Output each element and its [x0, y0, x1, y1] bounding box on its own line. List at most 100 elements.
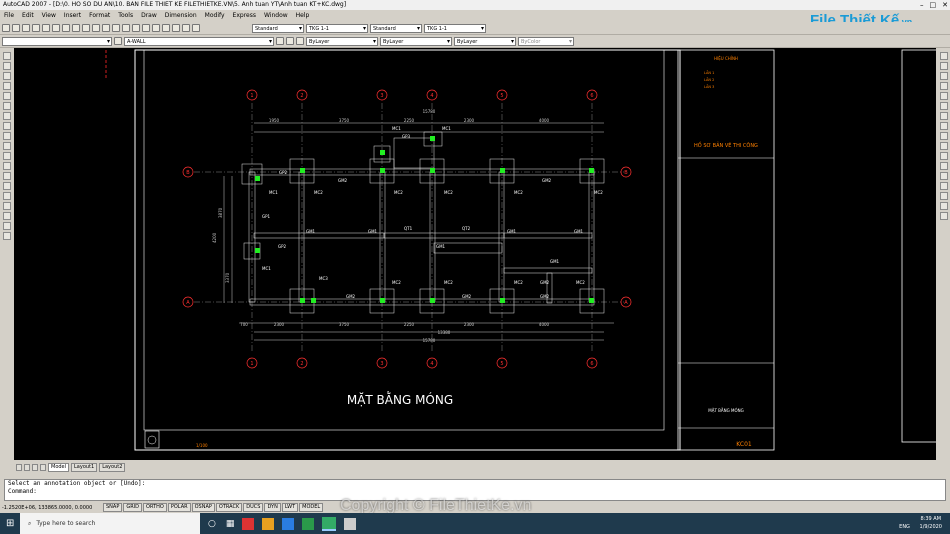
fillet-icon[interactable]	[939, 202, 948, 210]
join-icon[interactable]	[939, 182, 948, 190]
layer-states-icon[interactable]	[296, 37, 304, 45]
toolpalette-icon[interactable]	[182, 24, 190, 32]
table-icon[interactable]	[2, 222, 11, 230]
app-icon[interactable]: ▦	[226, 519, 235, 529]
undo-icon[interactable]	[102, 24, 110, 32]
menu-tools[interactable]: Tools	[118, 10, 133, 21]
move-icon[interactable]	[939, 102, 948, 110]
paste-icon[interactable]	[82, 24, 90, 32]
make-block-icon[interactable]	[2, 172, 11, 180]
pan-icon[interactable]	[122, 24, 130, 32]
rotate-icon[interactable]	[939, 112, 948, 120]
tab-layout1[interactable]: Layout1	[71, 462, 98, 472]
maximize-icon[interactable]: □	[930, 0, 937, 10]
first-tab-icon[interactable]	[16, 463, 22, 471]
dim-style-select[interactable]: TKG 1-1	[306, 23, 368, 33]
menu-express[interactable]: Express	[233, 10, 256, 21]
gradient-icon[interactable]	[2, 202, 11, 210]
table-style-select[interactable]: Standard	[370, 23, 422, 33]
layer-previous-icon[interactable]	[286, 37, 294, 45]
minimize-icon[interactable]: –	[920, 0, 924, 10]
point-icon[interactable]	[2, 182, 11, 190]
rectangle-icon[interactable]	[2, 92, 11, 100]
prev-tab-icon[interactable]	[24, 463, 30, 471]
array-icon[interactable]	[939, 92, 948, 100]
text-style-select[interactable]: Standard	[252, 23, 304, 33]
lwt-toggle[interactable]: LWT	[281, 503, 299, 512]
properties-icon[interactable]	[162, 24, 170, 32]
close-icon[interactable]: ✕	[942, 0, 948, 10]
break-point-icon[interactable]	[939, 162, 948, 170]
offset-icon[interactable]	[939, 82, 948, 90]
mleader-style-select[interactable]: TKG 1-1	[424, 23, 486, 33]
ellipse-icon[interactable]	[2, 142, 11, 150]
save-icon[interactable]	[22, 24, 30, 32]
command-prompt[interactable]: Command:	[8, 488, 945, 496]
app-icon[interactable]	[242, 517, 255, 530]
explode-icon[interactable]	[939, 212, 948, 220]
break-icon[interactable]	[939, 172, 948, 180]
zoom-previous-icon[interactable]	[152, 24, 160, 32]
help-icon[interactable]	[192, 24, 200, 32]
construction-line-icon[interactable]	[2, 62, 11, 70]
line-icon[interactable]	[2, 52, 11, 60]
hatch-icon[interactable]	[2, 192, 11, 200]
lineweight-select[interactable]: ByLayer	[454, 36, 516, 46]
menu-dimension[interactable]: Dimension	[165, 10, 197, 21]
linetype-select[interactable]: ByLayer	[380, 36, 452, 46]
redo-icon[interactable]	[112, 24, 120, 32]
preview-icon[interactable]	[42, 24, 50, 32]
menu-edit[interactable]: Edit	[22, 10, 34, 21]
cut-icon[interactable]	[62, 24, 70, 32]
stretch-icon[interactable]	[939, 132, 948, 140]
autocad-taskbar-icon[interactable]	[322, 516, 337, 531]
new-icon[interactable]	[2, 24, 10, 32]
layer-select[interactable]: A-WALL	[124, 36, 274, 46]
workspace-select[interactable]	[2, 36, 112, 46]
mtext-icon[interactable]	[2, 232, 11, 240]
app-icon[interactable]	[302, 517, 315, 530]
insert-block-icon[interactable]	[2, 162, 11, 170]
region-icon[interactable]	[2, 212, 11, 220]
chamfer-icon[interactable]	[939, 192, 948, 200]
ortho-toggle[interactable]: ORTHO	[143, 503, 167, 512]
lang-indicator[interactable]: ENG	[899, 524, 910, 530]
extend-icon[interactable]	[939, 152, 948, 160]
snap-toggle[interactable]: SNAP	[103, 503, 123, 512]
color-select[interactable]: ByLayer	[306, 36, 378, 46]
matchprop-icon[interactable]	[92, 24, 100, 32]
menu-help[interactable]: Help	[296, 10, 310, 21]
make-current-icon[interactable]	[276, 37, 284, 45]
taskbar-search[interactable]: ⌕ Type here to search	[20, 513, 200, 534]
plot-icon[interactable]	[32, 24, 40, 32]
copy-object-icon[interactable]	[939, 62, 948, 70]
ducs-toggle[interactable]: DUCS	[243, 503, 264, 512]
mirror-icon[interactable]	[939, 72, 948, 80]
menu-format[interactable]: Format	[89, 10, 110, 21]
tab-layout2[interactable]: Layout2	[99, 462, 126, 472]
tab-model[interactable]: Model	[48, 462, 70, 472]
task-view-icon[interactable]: ○	[208, 519, 216, 529]
spline-icon[interactable]	[2, 132, 11, 140]
trim-icon[interactable]	[939, 142, 948, 150]
polyline-icon[interactable]	[2, 72, 11, 80]
windows-start-icon[interactable]: ⊞	[6, 518, 14, 529]
model-toggle[interactable]: MODEL	[299, 503, 324, 512]
menu-draw[interactable]: Draw	[141, 10, 157, 21]
menu-window[interactable]: Window	[264, 10, 288, 21]
copy-icon[interactable]	[72, 24, 80, 32]
layer-manager-icon[interactable]	[114, 37, 122, 45]
polar-toggle[interactable]: POLAR	[167, 503, 191, 512]
scale-icon[interactable]	[939, 122, 948, 130]
menu-insert[interactable]: Insert	[64, 10, 81, 21]
open-icon[interactable]	[12, 24, 20, 32]
revcloud-icon[interactable]	[2, 122, 11, 130]
menu-view[interactable]: View	[42, 10, 56, 21]
osnap-toggle[interactable]: OSNAP	[191, 503, 215, 512]
last-tab-icon[interactable]	[40, 463, 46, 471]
menu-file[interactable]: File	[4, 10, 14, 21]
app-icon[interactable]	[282, 517, 295, 530]
erase-icon[interactable]	[939, 52, 948, 60]
arc-icon[interactable]	[2, 102, 11, 110]
circle-icon[interactable]	[2, 112, 11, 120]
